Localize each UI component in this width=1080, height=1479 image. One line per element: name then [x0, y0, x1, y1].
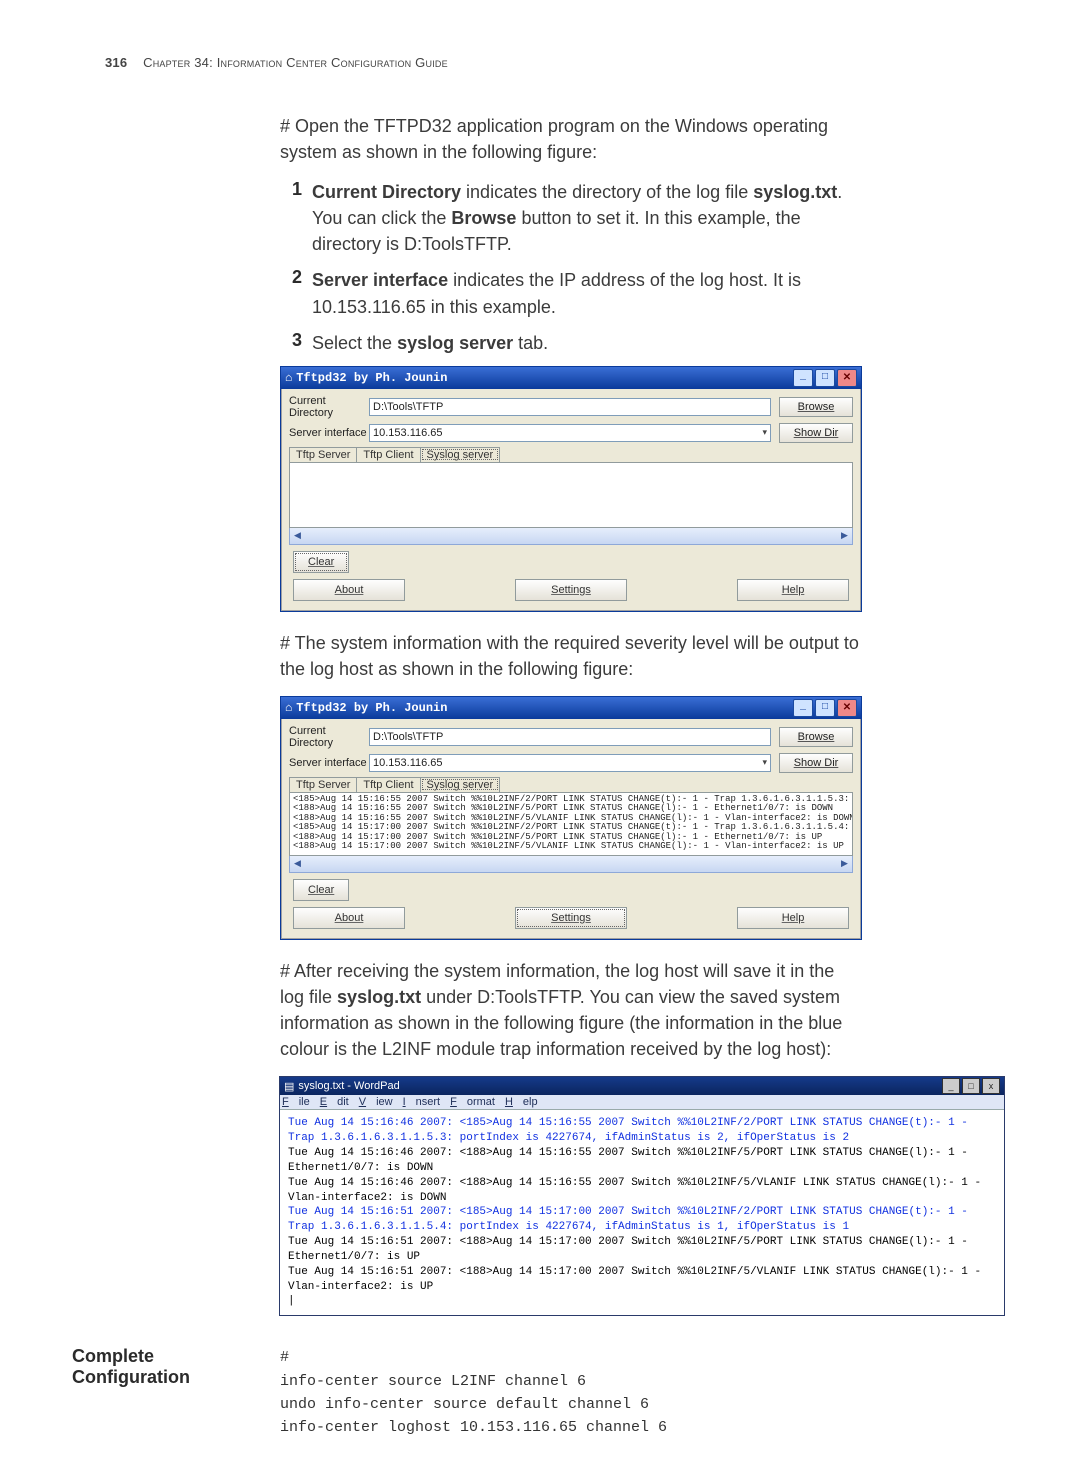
current-directory-label: Current Directory	[289, 725, 369, 749]
close-button[interactable]: ✕	[837, 369, 857, 387]
menu-bar[interactable]: File Edit View Insert Format Help	[280, 1095, 1004, 1110]
numbered-list: 1Current Directory indicates the directo…	[280, 179, 860, 356]
titlebar[interactable]: ⌂ Tftpd32 by Ph. Jounin _ □ ✕	[281, 697, 861, 719]
scroll-right-icon[interactable]: ▶	[837, 858, 852, 869]
titlebar[interactable]: ⌂ Tftpd32 by Ph. Jounin _ □ ✕	[281, 367, 861, 389]
app-icon: ⌂	[285, 701, 292, 715]
doc-icon: ▤	[284, 1080, 294, 1093]
log-line: Tue Aug 14 15:16:46 2007: <188>Aug 14 15…	[288, 1146, 996, 1161]
wordpad-window: ▤ syslog.txt - WordPad _ □ x File Edit Vie…	[279, 1076, 1005, 1316]
log-line: Tue Aug 14 15:16:46 2007: <185>Aug 14 15…	[288, 1116, 996, 1131]
tab-tftp-client[interactable]: Tftp Client	[356, 447, 420, 462]
document-body[interactable]: Tue Aug 14 15:16:46 2007: <185>Aug 14 15…	[280, 1110, 1004, 1315]
horizontal-scrollbar[interactable]: ◀ ▶	[289, 528, 853, 545]
maximize-button[interactable]: □	[815, 369, 835, 387]
horizontal-scrollbar[interactable]: ◀ ▶	[289, 856, 853, 873]
scroll-left-icon[interactable]: ◀	[290, 530, 305, 541]
settings-button[interactable]: Settings	[515, 907, 627, 929]
after-paragraph: # After receiving the system information…	[280, 958, 860, 1062]
list-item: 1Current Directory indicates the directo…	[280, 179, 860, 257]
config-code: # info-center source L2INF channel 6 und…	[280, 1346, 860, 1439]
menu-help[interactable]: Help	[505, 1096, 538, 1108]
window-title: syslog.txt - WordPad	[298, 1080, 399, 1092]
log-line: Tue Aug 14 15:16:51 2007: <188>Aug 14 15…	[288, 1235, 996, 1250]
clear-button[interactable]: Clear	[293, 551, 349, 573]
server-interface-select[interactable]: 10.153.116.65	[369, 424, 771, 442]
log-line: Trap 1.3.6.1.6.3.1.1.5.3: portIndex is 4…	[288, 1131, 996, 1146]
show-dir-button[interactable]: Show Dir	[779, 423, 853, 443]
server-interface-label: Server interface	[289, 427, 369, 439]
chapter-title: Chapter 34: Information Center Configura…	[143, 55, 448, 70]
tab-bar: Tftp ServerTftp ClientSyslog server	[289, 777, 853, 792]
list-number: 1	[280, 179, 302, 257]
server-interface-select[interactable]: 10.153.116.65	[369, 754, 771, 772]
menu-file[interactable]: File	[282, 1096, 310, 1108]
current-directory-label: Current Directory	[289, 395, 369, 419]
log-line: Tue Aug 14 15:16:51 2007: <185>Aug 14 15…	[288, 1205, 996, 1220]
list-number: 2	[280, 267, 302, 319]
window-title: Tftpd32 by Ph. Jounin	[296, 701, 447, 715]
tftpd32-window-1: ⌂ Tftpd32 by Ph. Jounin _ □ ✕ Current Di…	[280, 366, 862, 612]
log-line: Vlan-interface2: is DOWN	[288, 1191, 996, 1206]
about-button[interactable]: About	[293, 907, 405, 929]
help-button[interactable]: Help	[737, 579, 849, 601]
app-icon: ⌂	[285, 371, 292, 385]
syslog-output[interactable]	[289, 462, 853, 528]
menu-format[interactable]: Format	[450, 1096, 495, 1108]
tab-bar: Tftp ServerTftp ClientSyslog server	[289, 447, 853, 462]
tab-tftp-client[interactable]: Tftp Client	[356, 777, 420, 792]
menu-insert[interactable]: Insert	[403, 1096, 441, 1108]
log-line: |	[288, 1294, 996, 1309]
list-text: Select the syslog server tab.	[312, 330, 860, 356]
tab-tftp-server[interactable]: Tftp Server	[289, 777, 357, 792]
log-line: Vlan-interface2: is UP	[288, 1280, 996, 1295]
titlebar[interactable]: ▤ syslog.txt - WordPad _ □ x	[280, 1077, 1004, 1095]
menu-view[interactable]: View	[359, 1096, 393, 1108]
scroll-left-icon[interactable]: ◀	[290, 858, 305, 869]
log-line: Tue Aug 14 15:16:51 2007: <188>Aug 14 15…	[288, 1265, 996, 1280]
browse-button[interactable]: Browse	[779, 727, 853, 747]
tab-tftp-server[interactable]: Tftp Server	[289, 447, 357, 462]
help-button[interactable]: Help	[737, 907, 849, 929]
browse-button[interactable]: Browse	[779, 397, 853, 417]
intro-paragraph: # Open the TFTPD32 application program o…	[280, 113, 860, 165]
log-line: Trap 1.3.6.1.6.3.1.1.5.4: portIndex is 4…	[288, 1220, 996, 1235]
log-line: Ethernet1/0/7: is UP	[288, 1250, 996, 1265]
page-number: 316	[105, 55, 127, 70]
syslog-output[interactable]: <185>Aug 14 15:16:55 2007 Switch %%10L2I…	[289, 792, 853, 856]
list-text: Server interface indicates the IP addres…	[312, 267, 860, 319]
scroll-right-icon[interactable]: ▶	[837, 530, 852, 541]
about-button[interactable]: About	[293, 579, 405, 601]
close-button[interactable]: ✕	[837, 699, 857, 717]
window-title: Tftpd32 by Ph. Jounin	[296, 371, 447, 385]
page-header: 316 Chapter 34: Information Center Confi…	[105, 55, 448, 70]
maximize-button[interactable]: □	[815, 699, 835, 717]
server-interface-label: Server interface	[289, 757, 369, 769]
tab-syslog-server[interactable]: Syslog server	[420, 447, 501, 462]
current-directory-input[interactable]: D:\Tools\TFTP	[369, 728, 771, 746]
show-dir-button[interactable]: Show Dir	[779, 753, 853, 773]
mid-paragraph: # The system information with the requir…	[280, 630, 860, 682]
list-text: Current Directory indicates the director…	[312, 179, 860, 257]
minimize-button[interactable]: _	[793, 699, 813, 717]
list-number: 3	[280, 330, 302, 356]
tab-syslog-server[interactable]: Syslog server	[420, 777, 501, 792]
list-item: 2Server interface indicates the IP addre…	[280, 267, 860, 319]
minimize-button[interactable]: _	[793, 369, 813, 387]
list-item: 3 Select the syslog server tab.	[280, 330, 860, 356]
settings-button[interactable]: Settings	[515, 579, 627, 601]
section-heading: Complete Configuration	[72, 1346, 272, 1388]
maximize-button[interactable]: □	[962, 1078, 980, 1094]
log-line: Tue Aug 14 15:16:46 2007: <188>Aug 14 15…	[288, 1176, 996, 1191]
current-directory-input[interactable]: D:\Tools\TFTP	[369, 398, 771, 416]
minimize-button[interactable]: _	[942, 1078, 960, 1094]
clear-button[interactable]: Clear	[293, 879, 349, 901]
tftpd32-window-2: ⌂ Tftpd32 by Ph. Jounin _ □ ✕ Current Di…	[280, 696, 862, 940]
log-line: Ethernet1/0/7: is DOWN	[288, 1161, 996, 1176]
close-button[interactable]: x	[982, 1078, 1000, 1094]
menu-edit[interactable]: Edit	[320, 1096, 349, 1108]
